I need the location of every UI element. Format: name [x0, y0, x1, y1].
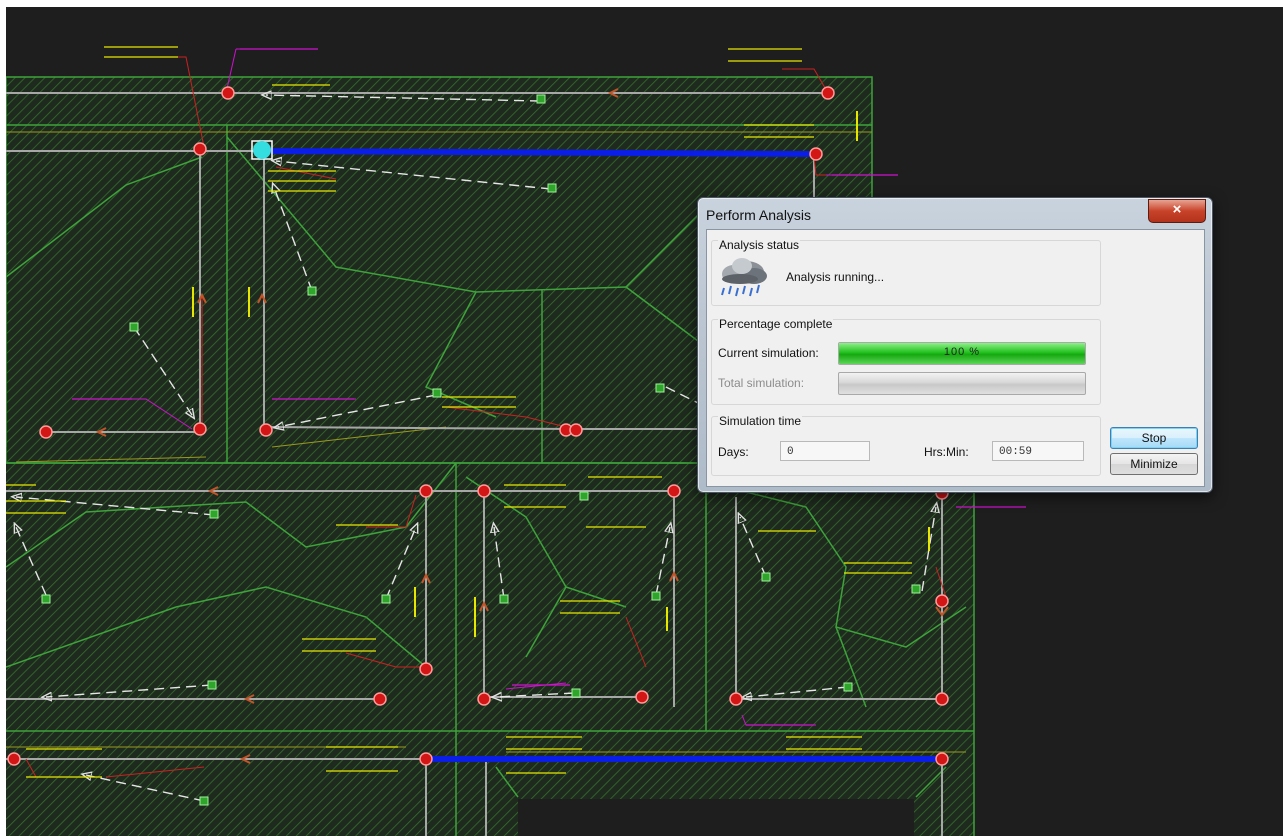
dialog-body: Analysis status Analysis running... Perc…: [706, 229, 1205, 487]
analysis-status-message: Analysis running...: [786, 270, 885, 284]
minimize-button[interactable]: Minimize: [1110, 453, 1198, 475]
dialog-title: Perform Analysis: [706, 207, 812, 223]
analysis-status-group: Analysis status Analysis running...: [711, 238, 1101, 306]
days-field: 0: [780, 441, 870, 461]
simulation-time-group: Simulation time Days: 0 Hrs:Min: 00:59: [711, 414, 1101, 476]
dialog-title-bar[interactable]: Perform Analysis ×: [698, 198, 1212, 230]
current-simulation-progress: 100 %: [838, 342, 1086, 365]
hrs-min-field: 00:59: [992, 441, 1084, 461]
hrs-min-label: Hrs:Min:: [924, 445, 969, 459]
days-label: Days:: [718, 445, 749, 459]
current-progress-text: 100 %: [943, 346, 981, 358]
close-button[interactable]: ×: [1148, 199, 1206, 223]
current-simulation-label: Current simulation:: [718, 346, 819, 360]
stop-button[interactable]: Stop: [1110, 427, 1198, 449]
perform-analysis-dialog: Perform Analysis × Analysis status Analy…: [697, 197, 1213, 493]
rain-cloud-icon: [718, 252, 770, 298]
total-simulation-label: Total simulation:: [718, 376, 805, 390]
percentage-complete-group: Percentage complete Current simulation: …: [711, 317, 1101, 405]
total-simulation-progress: [838, 372, 1086, 395]
simulation-time-title: Simulation time: [718, 414, 803, 428]
percentage-complete-title: Percentage complete: [718, 317, 834, 331]
analysis-status-title: Analysis status: [718, 238, 801, 252]
